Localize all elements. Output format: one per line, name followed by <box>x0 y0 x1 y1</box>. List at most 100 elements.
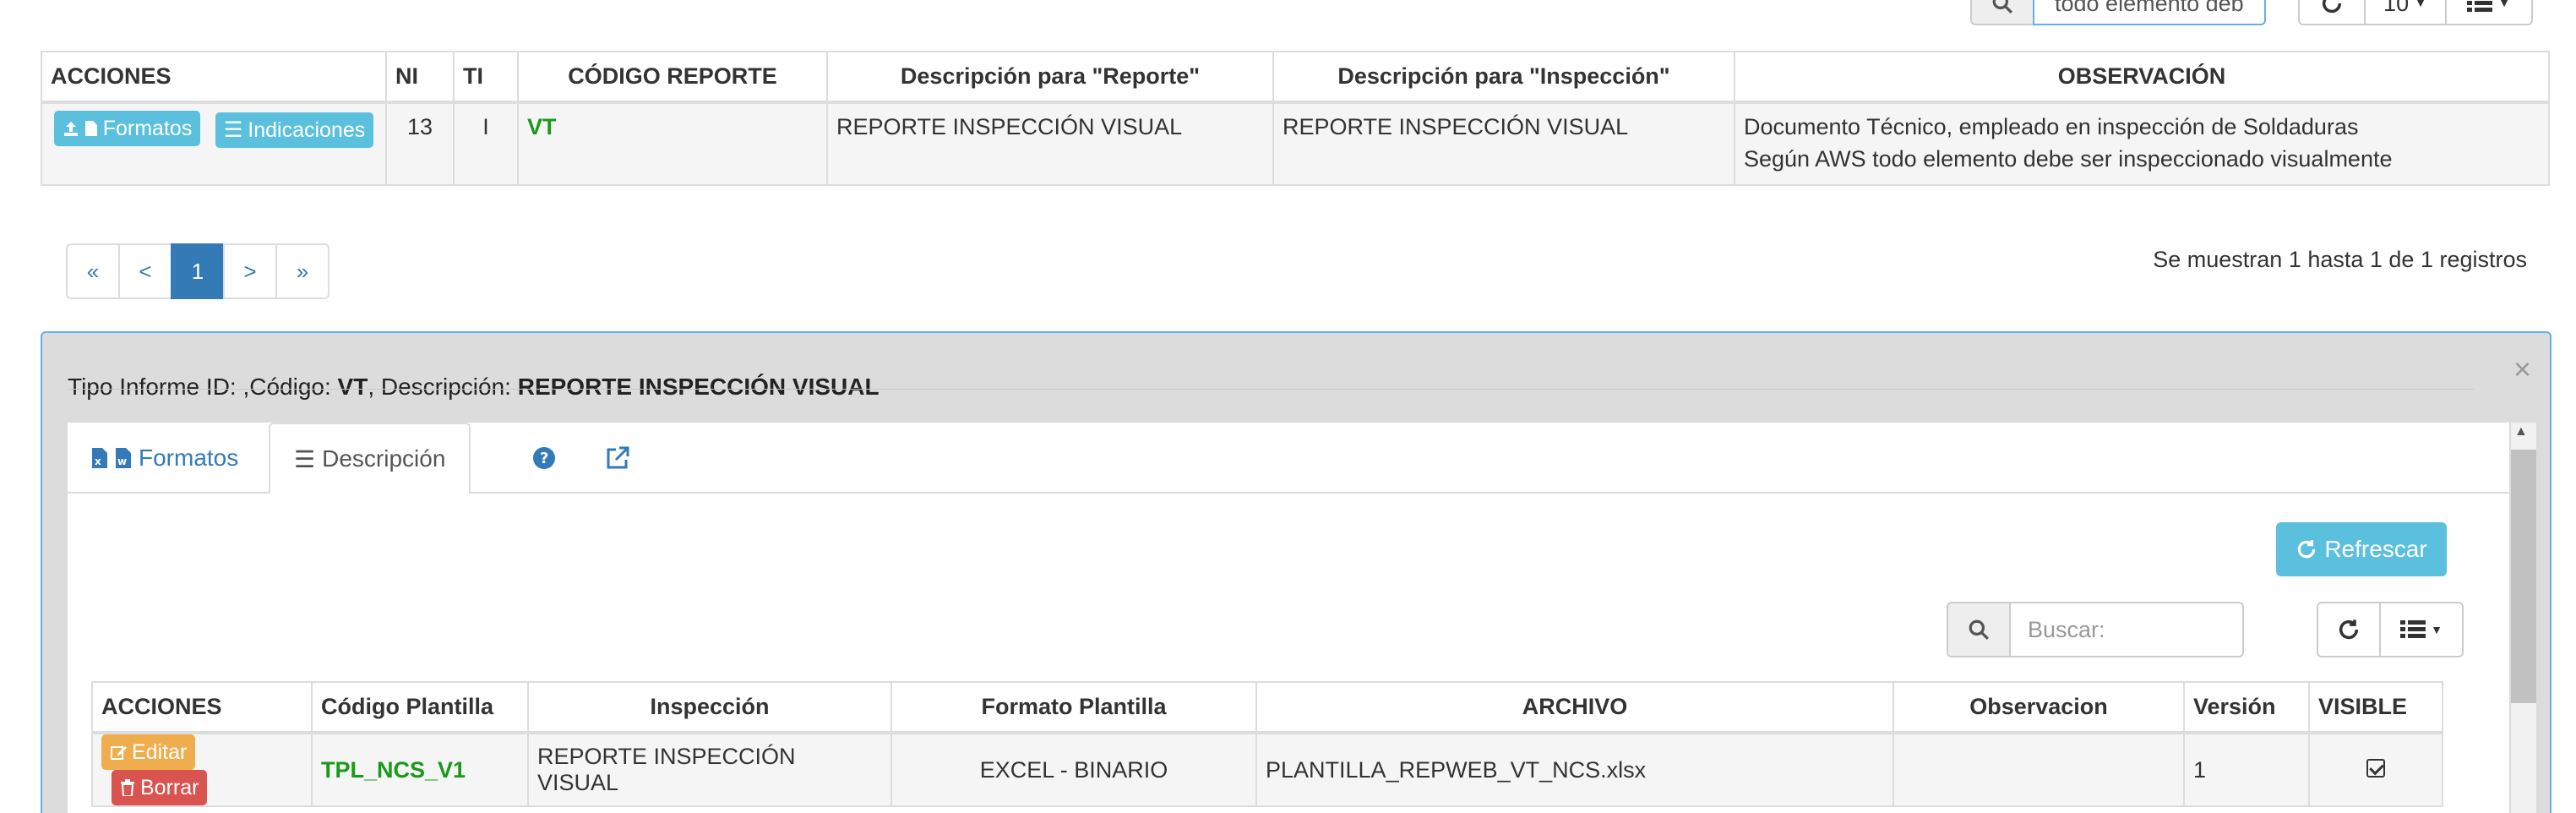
col-observacion[interactable]: OBSERVACIÓN <box>1734 51 2550 104</box>
search-placeholder: Buscar: <box>2028 616 2105 642</box>
caret-down-icon: ▼ <box>2414 0 2427 10</box>
list-icon <box>2467 1 2493 12</box>
svg-text:x: x <box>95 456 101 467</box>
panel-search: Buscar: <box>1947 602 2244 657</box>
tab-formatos[interactable]: x w Formatos <box>68 423 262 494</box>
borrar-label: Borrar <box>140 775 199 799</box>
close-icon[interactable]: × <box>2513 352 2531 387</box>
tab-external-link[interactable] <box>581 423 654 494</box>
cell-archivo: PLANTILLA_REPWEB_VT_NCS.xlsx <box>1255 732 1894 807</box>
cell-visible <box>2308 732 2443 807</box>
cell-observacion <box>1893 732 2185 807</box>
cell-formato: EXCEL - BINARIO <box>890 732 1257 807</box>
borrar-button[interactable]: Borrar <box>112 770 208 805</box>
search-addon <box>1970 0 2034 25</box>
page-next-button[interactable]: > <box>223 243 277 299</box>
refresh-icon <box>2339 619 2359 640</box>
table-row[interactable]: Formatos ☰ Indicaciones 13 I VT REPORTE … <box>41 101 2550 186</box>
refresh-button[interactable] <box>2298 0 2366 25</box>
col-acciones[interactable]: ACCIONES <box>91 681 313 734</box>
question-circle-icon: ? <box>533 447 555 469</box>
col-archivo[interactable]: ARCHIVO <box>1255 681 1894 734</box>
cell-desc-reporte: REPORTE INSPECCIÓN VISUAL <box>826 101 1274 186</box>
editar-label: Editar <box>132 739 188 764</box>
panel-title-prefix: Tipo Informe ID: ,Código: <box>68 374 338 400</box>
page-size-dropdown[interactable]: 10 ▼ <box>2364 0 2447 25</box>
col-observacion[interactable]: Observacion <box>1893 681 2185 734</box>
reports-table: ACCIONES NI TI CÓDIGO REPORTE Descripció… <box>41 51 2550 186</box>
columns-dropdown[interactable]: ▼ <box>2445 0 2533 25</box>
col-desc-reporte[interactable]: Descripción para "Reporte" <box>826 51 1274 104</box>
col-acciones[interactable]: ACCIONES <box>41 51 387 104</box>
refresh-label: Refrescar <box>2324 536 2427 562</box>
svg-text:?: ? <box>540 450 548 467</box>
panel-title-desc: REPORTE INSPECCIÓN VISUAL <box>517 374 880 400</box>
trash-icon <box>121 779 134 796</box>
list-lines-icon: ☰ <box>294 445 316 472</box>
cell-inspeccion: REPORTE INSPECCIÓN VISUAL <box>527 732 892 807</box>
caret-down-icon: ▼ <box>2431 623 2443 636</box>
visible-checkbox[interactable] <box>2366 758 2385 778</box>
search-value: todo elemento deb <box>2055 0 2244 16</box>
panel-title-code: VT <box>337 374 368 400</box>
caret-down-icon: ▼ <box>2497 0 2511 10</box>
panel-title-mid: , Descripción: <box>368 374 518 400</box>
search-addon <box>1947 602 2011 657</box>
refresh-icon <box>2322 0 2342 14</box>
formatos-button[interactable]: Formatos <box>53 111 201 146</box>
col-inspeccion[interactable]: Inspección <box>527 681 892 734</box>
pagination-info: Se muestran 1 hasta 1 de 1 registros <box>2153 247 2527 272</box>
search-icon <box>1992 0 2012 14</box>
search-input[interactable]: todo elemento deb <box>2033 0 2266 25</box>
external-link-icon <box>607 446 629 469</box>
tab-help[interactable]: ? <box>509 423 580 494</box>
word-icon: w <box>116 448 131 468</box>
col-ti[interactable]: TI <box>453 51 519 104</box>
col-codigo-plantilla[interactable]: Código Plantilla <box>311 681 529 734</box>
page-current-button[interactable]: 1 <box>171 243 225 299</box>
indicaciones-button[interactable]: ☰ Indicaciones <box>215 112 374 148</box>
refresh-button[interactable]: Refrescar <box>2276 522 2447 576</box>
tab-formatos-label: Formatos <box>139 445 239 471</box>
col-visible[interactable]: VISIBLE <box>2308 681 2443 734</box>
editar-button[interactable]: Editar <box>101 734 196 770</box>
search-input[interactable]: Buscar: <box>2011 602 2244 657</box>
cell-ni: 13 <box>385 101 455 186</box>
page-last-button[interactable]: » <box>275 243 329 299</box>
upload-icon <box>63 122 78 136</box>
templates-table: ACCIONES Código Plantilla Inspección For… <box>91 681 2443 807</box>
col-desc-inspeccion[interactable]: Descripción para "Inspección" <box>1272 51 1735 104</box>
cell-codigo: VT <box>517 101 828 186</box>
search-icon <box>1969 619 1989 640</box>
table-row[interactable]: Editar Borrar TPL_NCS_V1 REPORTE INSPECC… <box>91 732 2443 807</box>
col-formato-plantilla[interactable]: Formato Plantilla <box>890 681 1257 734</box>
cell-acciones: Editar Borrar <box>91 732 313 807</box>
edit-icon <box>111 746 127 760</box>
list-lines-icon: ☰ <box>223 118 243 142</box>
cell-codigo-plantilla: TPL_NCS_V1 <box>311 732 529 807</box>
col-version[interactable]: Versión <box>2183 681 2310 734</box>
cell-desc-inspeccion: REPORTE INSPECCIÓN VISUAL <box>1272 101 1735 186</box>
cell-version: 1 <box>2183 732 2310 807</box>
cell-observacion: Documento Técnico, empleado en inspecció… <box>1734 101 2550 186</box>
refresh-icon <box>2298 540 2316 559</box>
refresh-table-button[interactable] <box>2317 602 2381 657</box>
list-icon <box>2400 620 2426 638</box>
columns-dropdown[interactable]: ▼ <box>2379 602 2464 657</box>
col-ni[interactable]: NI <box>385 51 455 104</box>
scrollbar-thumb[interactable] <box>2511 450 2536 703</box>
col-codigo-reporte[interactable]: CÓDIGO REPORTE <box>517 51 828 104</box>
pagination: « < 1 > » <box>66 243 329 299</box>
page-first-button[interactable]: « <box>66 243 120 299</box>
excel-icon: x <box>92 448 107 468</box>
page-prev-button[interactable]: < <box>118 243 172 299</box>
observacion-line: Documento Técnico, empleado en inspecció… <box>1744 114 2359 139</box>
tab-descripcion[interactable]: ☰ Descripción <box>269 423 471 495</box>
page-size-value: 10 <box>2383 0 2410 16</box>
scroll-up-arrow[interactable]: ▲ <box>2514 424 2528 439</box>
cell-ti: I <box>453 101 519 186</box>
observacion-line: Según AWS todo elemento debe ser inspecc… <box>1744 146 2393 172</box>
panel-toolbar: ▼ <box>2317 602 2464 657</box>
indicaciones-label: Indicaciones <box>248 118 366 142</box>
divider <box>68 389 2474 390</box>
